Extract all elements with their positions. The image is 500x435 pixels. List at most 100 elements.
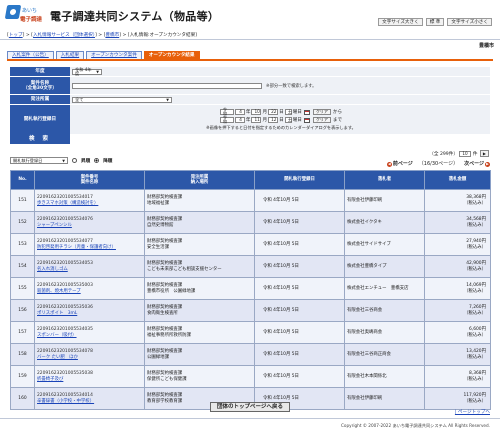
calendar-icon[interactable]	[303, 109, 310, 115]
calendar-note: ※画像を押下すると日付を指定するためのカレンダーダイアログを表示します。	[206, 125, 356, 130]
date-label: 開札執行登録日	[10, 105, 70, 134]
row-amount: 38,368円 （税込み）	[424, 189, 491, 212]
sort-field-select[interactable]: 開札執行登録日 ▼	[10, 157, 68, 164]
case-name-input[interactable]	[72, 82, 262, 89]
chevron-down-icon: ▼	[96, 69, 99, 74]
case-name-link[interactable]: 名入れ消しゴム	[37, 267, 142, 273]
row-winner: 有限会社木本関係北	[344, 365, 425, 388]
search-button[interactable]: 検 索	[10, 134, 70, 144]
row-dept: 財務部契約検査課 地域福祉課	[144, 189, 255, 212]
divider	[0, 418, 500, 419]
row-no: 156	[10, 299, 35, 322]
breadcrumb-org[interactable]: 豊橋市	[105, 33, 119, 38]
delivery-place: 豊橋市役所 公園緑地課	[147, 288, 196, 294]
page-indicator: 16/30ページ	[423, 161, 454, 167]
row-no: 159	[10, 365, 35, 388]
results-table: No. 案件番号 案件名称 発注所属 納入場所 開札執行登録日 落札者 落札金額…	[10, 170, 491, 410]
dept-select[interactable]: 全て ▼	[72, 96, 172, 103]
fiscal-year-label: 年度	[10, 67, 70, 76]
case-name-link[interactable]: 辛書辞書（小学校・中学校）	[37, 399, 142, 405]
row-case: 22091623201005534017 歩きスマホ対策（構造検討を）	[34, 189, 145, 212]
to-clear-button[interactable]: クリア	[312, 117, 331, 123]
to-month-input[interactable]: 11	[251, 117, 262, 123]
amount-tax-note: （税込み）	[464, 222, 486, 228]
case-name-link[interactable]: 歩きスマホ対策（構造検討を）	[37, 201, 142, 207]
date-to-row: 令和 4年 11 月 12 日 土曜日 クリア まで	[219, 115, 342, 124]
row-case: 22091623201005535003 殺菌剤、焼木用テープ	[34, 277, 145, 300]
row-date: 令和 4年10月 5日	[254, 277, 345, 300]
row-dept: 財務部契約検査課 食肉衛生検査所	[144, 299, 255, 322]
copyright: Copyright © 2007-2022 あいち電子調達共同システム All …	[341, 423, 490, 428]
tab-open-counter-cases[interactable]: オープンカウンタ案件	[86, 51, 142, 59]
font-larger-button[interactable]: 文字サイズ大きく	[378, 18, 423, 26]
table-header-row: No. 案件番号 案件名称 発注所属 納入場所 開札執行登録日 落札者 落札金額	[10, 170, 491, 190]
prev-arrow-icon: ◀	[386, 162, 392, 167]
table-row: 155 22091623201005535003 殺菌剤、焼木用テープ 財務部契約検査…	[10, 277, 491, 300]
next-page-link[interactable]: 次ページ ▶	[464, 160, 490, 167]
site-title: 電子調達共同システム（物品等）	[50, 10, 220, 23]
to-year-input[interactable]: 4	[234, 117, 245, 123]
pager-summary: （全 299件） 10 件 ▶	[429, 150, 490, 157]
case-name-link[interactable]: ポリスポイト 3mL	[37, 311, 142, 317]
calendar-icon[interactable]	[303, 117, 310, 123]
per-page-apply-button[interactable]: ▶	[479, 150, 489, 157]
row-date: 令和 4年10月 5日	[254, 299, 345, 322]
page-top-link[interactable]: | ページトップへ	[455, 409, 490, 415]
font-standard-button[interactable]: 標 準	[425, 18, 445, 26]
from-day-input[interactable]: 22	[268, 109, 279, 115]
to-era-select[interactable]: 令和	[219, 115, 234, 124]
from-year-input[interactable]: 4	[234, 109, 245, 115]
row-no: 158	[10, 343, 35, 366]
case-name-link[interactable]: 折畳椅子及び	[37, 377, 142, 383]
sort-desc-radio[interactable]	[94, 158, 100, 163]
row-case: 22091623201005534014 辛書辞書（小学校・中学校）	[34, 387, 145, 410]
amount-tax-note: （税込み）	[464, 244, 486, 250]
row-amount: 117,920円 （税込み）	[424, 387, 491, 410]
row-case: 22091623201005534053 名入れ消しゴム	[34, 255, 145, 278]
col-amount: 落札金額	[424, 170, 491, 190]
row-case: 22091623201005534078 バーク たい肥 ほか	[34, 343, 145, 366]
logo-mark-icon	[4, 5, 22, 19]
table-row: 152 22091623201005534076 シャープペンシル 財務部契約検査課自…	[10, 211, 491, 234]
row-dept: 財務部契約検査課 保健所こども保健課	[144, 365, 255, 388]
delivery-place: 安全生活課	[147, 244, 169, 250]
row-date: 令和 4年10月 5日	[254, 365, 345, 388]
case-name-link[interactable]: シャープペンシル	[37, 223, 142, 229]
font-smaller-button[interactable]: 文字サイズ小さく	[447, 18, 492, 26]
to-day-input[interactable]: 12	[268, 117, 279, 123]
amount-tax-note: （税込み）	[464, 332, 486, 338]
row-winner: 有限会社奥嶋商会	[344, 321, 425, 344]
tab-bid-results[interactable]: 入札結果	[55, 51, 85, 59]
breadcrumb-top[interactable]: トップ	[9, 33, 23, 38]
chevron-down-icon: ▼	[166, 97, 169, 102]
tab-bid-cases[interactable]: 入札案件（公告）	[7, 51, 54, 59]
back-to-org-top-button[interactable]: 団体のトップページへ戻る	[210, 402, 290, 412]
chevron-down-icon: ▼	[62, 158, 65, 163]
case-name-link[interactable]: 防犯啓発用チラシ（児童・保護者向け）	[37, 245, 142, 251]
row-no: 155	[10, 277, 35, 300]
per-page-select[interactable]: 10	[459, 151, 472, 157]
from-clear-button[interactable]: クリア	[312, 109, 331, 115]
row-case: 22091623201005535036 ポリスポイト 3mL	[34, 299, 145, 322]
table-row: 154 22091623201005534053 名入れ消しゴム 財務部契約検査課 こど…	[10, 255, 491, 278]
row-amount: 7,260円 （税込み）	[424, 299, 491, 322]
case-name-link[interactable]: バーク たい肥 ほか	[37, 355, 142, 361]
amount-tax-note: （税込み）	[464, 288, 486, 294]
sort-asc-radio[interactable]	[72, 158, 77, 163]
amount-tax-note: （税込み）	[464, 354, 486, 360]
prev-page-link[interactable]: ◀ 前ページ	[386, 160, 413, 167]
row-dept: 財務部契約検査課 自然史博物館	[144, 211, 255, 234]
row-dept: 財務部契約検査課 安全生活課	[144, 233, 255, 256]
case-name-link[interactable]: スポンバー（吸付）	[37, 333, 142, 339]
row-no: 157	[10, 321, 35, 344]
case-name-link[interactable]: 殺菌剤、焼木用テープ	[37, 289, 142, 295]
breadcrumb-org-select[interactable]: 入札情報サービス（団体選択）	[33, 33, 95, 38]
search-form: 年度 令和 4年度 ▼ 案件名称 （全角30文字） ※部分一致で検索します。 発注…	[10, 67, 490, 135]
org-name: 豊橋市	[478, 43, 494, 49]
row-winner: 有限会社三谷商会	[344, 299, 425, 322]
fiscal-year-select[interactable]: 令和 4年度 ▼	[72, 67, 102, 75]
col-case: 案件番号 案件名称	[34, 170, 145, 190]
aichi-logo[interactable]: あいち 電子調達	[4, 5, 46, 25]
tab-open-counter-results[interactable]: オープンカウンタ結果	[143, 51, 200, 59]
from-month-input[interactable]: 10	[251, 109, 262, 115]
